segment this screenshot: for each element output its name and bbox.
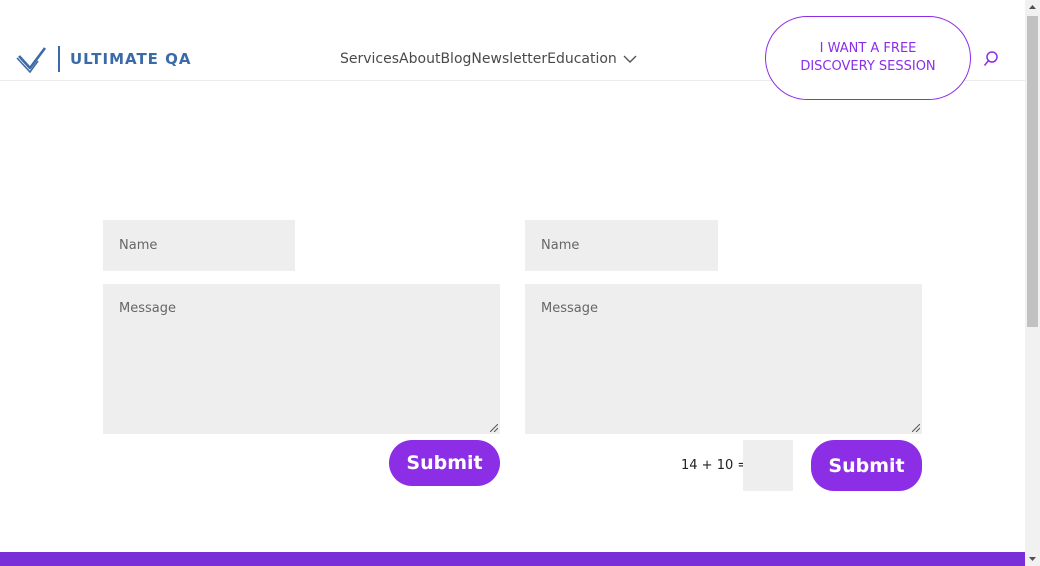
logo[interactable]: ULTIMATE QA — [16, 44, 192, 74]
right-name-placeholder: Name — [541, 238, 580, 253]
nav-services[interactable]: Services — [340, 49, 399, 69]
checkmark-logo-icon — [16, 47, 47, 74]
logo-divider — [58, 46, 60, 72]
right-name-input[interactable]: Name — [525, 220, 718, 271]
nav-about[interactable]: About — [399, 49, 440, 69]
left-name-placeholder: Name — [119, 238, 158, 253]
left-message-placeholder: Message — [119, 301, 176, 316]
nav-blog[interactable]: Blog — [440, 49, 471, 69]
cta-line-2: DISCOVERY SESSION — [800, 59, 936, 74]
left-name-input[interactable]: Name — [103, 220, 295, 271]
right-message-placeholder: Message — [541, 301, 598, 316]
captcha-answer-input[interactable] — [743, 440, 793, 491]
right-message-textarea[interactable]: Message — [525, 284, 922, 434]
resize-grip-icon[interactable] — [490, 424, 498, 432]
nav-newsletter[interactable]: Newsletter — [471, 49, 547, 69]
scroll-down-arrow-icon[interactable] — [1025, 551, 1040, 566]
search-icon[interactable] — [983, 50, 999, 68]
cta-line-1: I WANT A FREE — [819, 41, 917, 56]
scroll-up-arrow-icon[interactable] — [1025, 0, 1040, 15]
right-submit-button[interactable]: Submit — [811, 440, 922, 491]
chevron-down-icon[interactable] — [623, 54, 637, 64]
discovery-session-button[interactable]: I WANT A FREE DISCOVERY SESSION — [765, 16, 971, 100]
nav-education[interactable]: Education — [547, 49, 617, 69]
site-header: ULTIMATE QA Services About Blog Newslett… — [0, 0, 1025, 100]
left-submit-button[interactable]: Submit — [389, 440, 500, 486]
captcha-question: 14 + 10 = — [681, 458, 749, 473]
main-nav: Services About Blog Newsletter Education — [340, 49, 637, 69]
vertical-scrollbar[interactable] — [1025, 0, 1040, 566]
footer-band — [0, 552, 1025, 566]
logo-text: ULTIMATE QA — [70, 50, 192, 68]
left-message-textarea[interactable]: Message — [103, 284, 500, 434]
scrollbar-thumb[interactable] — [1027, 16, 1038, 327]
resize-grip-icon[interactable] — [912, 424, 920, 432]
